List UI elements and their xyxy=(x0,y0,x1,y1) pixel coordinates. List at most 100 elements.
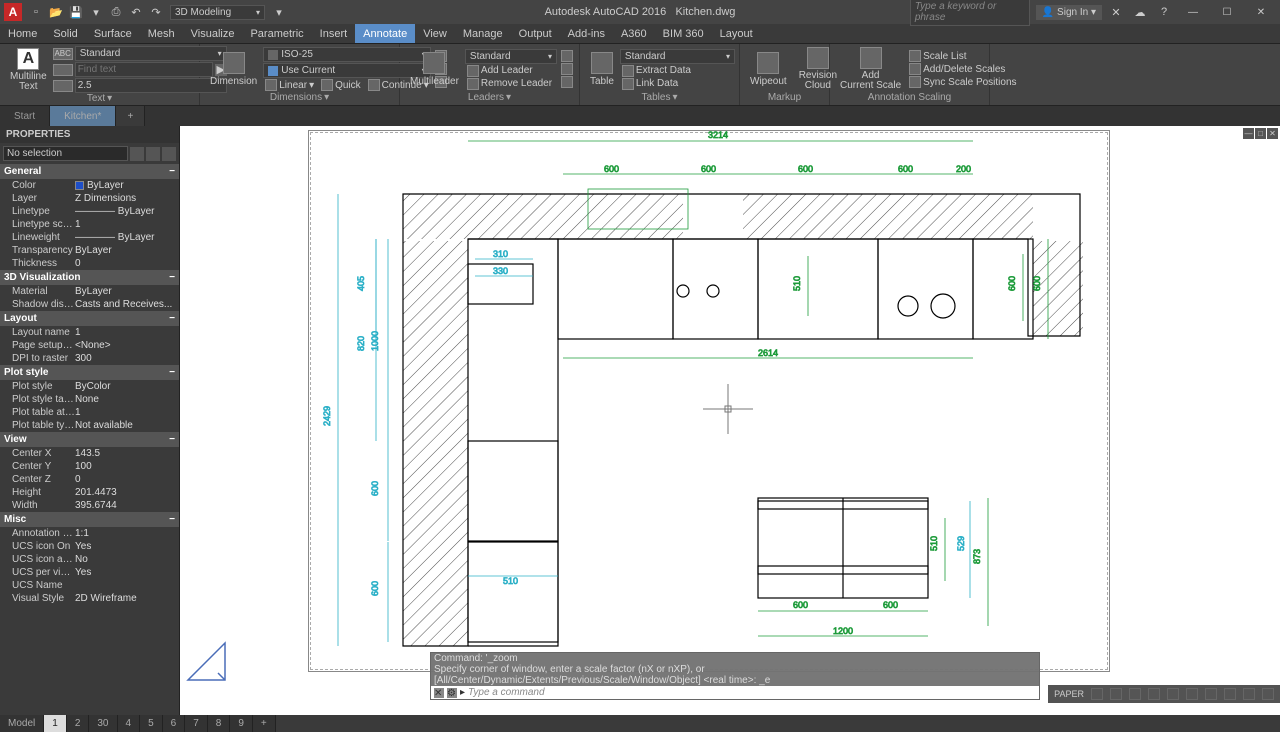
tab-kitchen[interactable]: Kitchen* xyxy=(50,106,116,126)
prop-row[interactable]: Center X143.5 xyxy=(0,447,179,460)
prop-cat-3d-visualization[interactable]: 3D Visualization xyxy=(0,270,179,285)
prop-row[interactable]: ColorByLayer xyxy=(0,179,179,192)
signin-button[interactable]: 👤 Sign In ▾ xyxy=(1036,5,1102,20)
table-button[interactable]: Table xyxy=(584,46,620,92)
status-snap-icon[interactable] xyxy=(1107,688,1125,700)
prop-row[interactable]: Width395.6744 xyxy=(0,499,179,512)
prop-row[interactable]: Lineweight———— ByLayer xyxy=(0,231,179,244)
dimension-button[interactable]: Dimension xyxy=(204,46,263,92)
layout-tab-7[interactable]: 7 xyxy=(185,715,208,732)
workspace-dropdown[interactable]: 3D Modeling xyxy=(170,5,265,20)
status-lweight-icon[interactable] xyxy=(1202,688,1220,700)
qat-save-icon[interactable]: 💾 xyxy=(67,3,85,21)
drawing-canvas[interactable]: —□✕ 2429 405 820 xyxy=(180,126,1280,715)
status-anno-icon[interactable] xyxy=(1221,688,1239,700)
add-leader-button[interactable]: Add Leader xyxy=(465,65,557,77)
close-button[interactable]: ✕ xyxy=(1246,2,1276,22)
status-custom-icon[interactable] xyxy=(1259,688,1277,700)
menu-manage[interactable]: Manage xyxy=(455,24,511,43)
lead-opt2-icon[interactable] xyxy=(559,63,575,75)
prop-row[interactable]: LayerZ Dimensions xyxy=(0,192,179,205)
cmd-close-icon[interactable]: ✕ xyxy=(434,688,444,698)
tab-new[interactable]: + xyxy=(116,106,145,126)
layout-tab-4[interactable]: 4 xyxy=(118,715,141,732)
menu-output[interactable]: Output xyxy=(511,24,560,43)
prop-row[interactable]: TransparencyByLayer xyxy=(0,244,179,257)
layout-tab-1[interactable]: 1 xyxy=(44,715,67,732)
lead-opt1-icon[interactable] xyxy=(559,50,575,62)
status-paper[interactable]: PAPER xyxy=(1051,689,1087,699)
prop-row[interactable]: Shadow displayCasts and Receives... xyxy=(0,298,179,311)
select-icon[interactable] xyxy=(146,147,160,161)
table-style-dropdown[interactable]: Standard xyxy=(620,49,735,64)
qat-new-icon[interactable]: ▫ xyxy=(27,3,45,21)
prop-row[interactable]: Annotation scale1:1 xyxy=(0,527,179,540)
pim-icon[interactable] xyxy=(162,147,176,161)
status-osnap-icon[interactable] xyxy=(1164,688,1182,700)
abc-icon[interactable]: ABC xyxy=(53,48,73,60)
menu-insert[interactable]: Insert xyxy=(312,24,356,43)
minimize-button[interactable]: — xyxy=(1178,2,1208,22)
menu-mesh[interactable]: Mesh xyxy=(140,24,183,43)
layout-tab-2[interactable]: 2 xyxy=(67,715,90,732)
qat-more-icon[interactable]: ▾ xyxy=(270,3,288,21)
prop-row[interactable]: Plot table typeNot available xyxy=(0,419,179,432)
status-grid-icon[interactable] xyxy=(1088,688,1106,700)
status-ortho-icon[interactable] xyxy=(1126,688,1144,700)
prop-row[interactable]: Linetype———— ByLayer xyxy=(0,205,179,218)
vp-close-icon[interactable]: ✕ xyxy=(1267,128,1278,139)
prop-row[interactable]: UCS per viewp...Yes xyxy=(0,566,179,579)
wipeout-button[interactable]: Wipeout xyxy=(744,46,793,92)
find-text-input[interactable] xyxy=(75,62,213,77)
maximize-button[interactable]: ☐ xyxy=(1212,2,1242,22)
prop-row[interactable]: Plot styleByColor xyxy=(0,380,179,393)
leader-style-dropdown[interactable]: Standard xyxy=(465,49,557,64)
vp-max-icon[interactable]: □ xyxy=(1255,128,1266,139)
prop-row[interactable]: Layout name1 xyxy=(0,326,179,339)
qat-print-icon[interactable]: ⎙ xyxy=(107,3,125,21)
addscale-button[interactable]: Add Current Scale xyxy=(834,46,907,92)
status-scale-icon[interactable] xyxy=(1240,688,1258,700)
command-window[interactable]: Command: '_zoom Specify corner of window… xyxy=(430,652,1040,700)
layout-tab-8[interactable]: 8 xyxy=(208,715,231,732)
prop-row[interactable]: UCS icon OnYes xyxy=(0,540,179,553)
prop-row[interactable]: Plot table attac...1 xyxy=(0,406,179,419)
prop-row[interactable]: Height201.4473 xyxy=(0,486,179,499)
link-data-button[interactable]: Link Data xyxy=(620,78,735,90)
sync-scale-button[interactable]: Sync Scale Positions xyxy=(907,76,1018,88)
height-icon[interactable] xyxy=(53,80,73,92)
layout-tab-6[interactable]: 6 xyxy=(163,715,186,732)
prop-row[interactable]: DPI to raster300 xyxy=(0,352,179,365)
prop-row[interactable]: Center Y100 xyxy=(0,460,179,473)
prop-cat-layout[interactable]: Layout xyxy=(0,311,179,326)
lead-opt3-icon[interactable] xyxy=(559,76,575,88)
prop-row[interactable]: Linetype scale1 xyxy=(0,218,179,231)
panel-table-title[interactable]: Tables ▾ xyxy=(584,92,735,103)
scale-list-button[interactable]: Scale List xyxy=(907,50,1018,62)
qat-redo-icon[interactable]: ↷ xyxy=(147,3,165,21)
panel-dim-title[interactable]: Dimensions ▾ xyxy=(204,92,395,103)
dim-linear-button[interactable]: Linear▾ xyxy=(263,79,316,91)
status-otrack-icon[interactable] xyxy=(1183,688,1201,700)
multiline-text-button[interactable]: AMultiline Text xyxy=(4,47,53,93)
prop-row[interactable]: UCS Name xyxy=(0,579,179,592)
qat-open-icon[interactable]: 📂 xyxy=(47,3,65,21)
menu-add-ins[interactable]: Add-ins xyxy=(560,24,613,43)
prop-row[interactable]: Visual Style2D Wireframe xyxy=(0,592,179,605)
prop-cat-plot-style[interactable]: Plot style xyxy=(0,365,179,380)
prop-row[interactable]: Plot style tableNone xyxy=(0,393,179,406)
menu-annotate[interactable]: Annotate xyxy=(355,24,415,43)
find-icon[interactable] xyxy=(53,64,73,76)
menu-layout[interactable]: Layout xyxy=(712,24,761,43)
layout-tab-9[interactable]: 9 xyxy=(230,715,253,732)
qat-undo-icon[interactable]: ↶ xyxy=(127,3,145,21)
panel-text-title[interactable]: Text ▾ xyxy=(4,93,195,104)
prop-row[interactable]: MaterialByLayer xyxy=(0,285,179,298)
prop-cat-general[interactable]: General xyxy=(0,164,179,179)
panel-lead-title[interactable]: Leaders ▾ xyxy=(404,92,575,103)
layout-tab-Model[interactable]: Model xyxy=(0,715,44,732)
menu-solid[interactable]: Solid xyxy=(45,24,85,43)
remove-leader-button[interactable]: Remove Leader xyxy=(465,78,557,90)
selection-dropdown[interactable]: No selection xyxy=(3,146,128,161)
menu-visualize[interactable]: Visualize xyxy=(183,24,243,43)
